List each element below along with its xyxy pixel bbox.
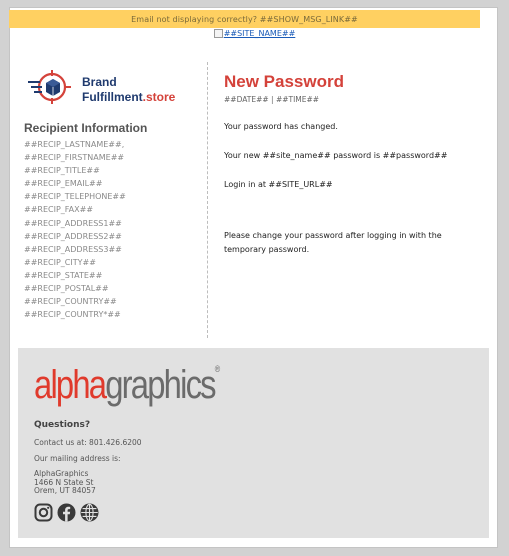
site-name-link[interactable]: ##SITE_NAME##	[0, 29, 509, 38]
brand-name-line1: Brand	[82, 75, 117, 89]
recipient-field: ##RECIP_CITY##	[24, 257, 96, 267]
recipient-field: ##RECIP_COUNTRY##	[24, 297, 117, 307]
recipient-field: ##RECIP_FIRSTNAME##	[24, 153, 125, 163]
footer: alphagraphics® Questions? Contact us at:…	[18, 348, 489, 538]
message-title: New Password	[224, 72, 344, 91]
recipient-field: ##RECIP_STATE##	[24, 270, 103, 280]
recipient-field: ##RECIP_ADDRESS2##	[24, 231, 122, 241]
recipient-field: ##RECIP_FAX##	[24, 205, 94, 215]
brand-logo: Brand Fulfillment.store	[26, 67, 186, 107]
instagram-icon[interactable]	[34, 503, 53, 522]
address-line: Orem, UT 84057	[34, 486, 96, 495]
broken-image-icon	[213, 29, 223, 38]
website-globe-icon[interactable]	[80, 503, 99, 522]
brand-name-main: Fulfillment	[82, 90, 143, 104]
recipient-field: ##RECIP_ADDRESS1##	[24, 218, 122, 228]
site-name-text[interactable]: ##SITE_NAME##	[224, 29, 296, 38]
logo-alpha-text: alpha	[34, 363, 107, 407]
recipient-field: ##RECIP_LASTNAME##,	[24, 140, 125, 149]
brand-logo-mark-icon	[28, 70, 71, 104]
message-line-change-password: Please change your password after loggin…	[224, 231, 442, 254]
alphagraphics-logo[interactable]: alphagraphics®	[34, 363, 221, 407]
recipient-field: ##RECIP_POSTAL##	[24, 284, 109, 294]
message-line-login-url: Login in at ##SITE_URL##	[224, 180, 333, 189]
recipient-field: ##RECIP_COUNTRY*##	[24, 310, 121, 320]
message-line-new-password: Your new ##site_name## password is ##pas…	[224, 151, 448, 160]
mailing-address: AlphaGraphics 1466 N State St Orem, UT 8…	[34, 469, 96, 496]
facebook-icon[interactable]	[57, 503, 76, 522]
display-notice-bar: Email not displaying correctly? ##SHOW_M…	[9, 10, 480, 28]
brand-name-tld: .store	[142, 90, 176, 104]
brand-name-line2: Fulfillment.store	[82, 90, 175, 104]
recipient-field: ##RECIP_TELEPHONE##	[24, 192, 126, 202]
social-links	[34, 503, 99, 522]
logo-registered-mark: ®	[214, 364, 221, 374]
recipient-info-heading: Recipient Information	[24, 121, 148, 135]
contact-phone: Contact us at: 801.426.6200	[34, 438, 142, 447]
questions-heading: Questions?	[34, 420, 91, 430]
recipient-field: ##RECIP_TITLE##	[24, 166, 100, 176]
recipient-field: ##RECIP_ADDRESS3##	[24, 244, 122, 254]
mailing-address-label: Our mailing address is:	[34, 454, 121, 463]
column-divider	[207, 62, 208, 338]
recipient-field: ##RECIP_EMAIL##	[24, 179, 103, 189]
display-notice-link[interactable]: Email not displaying correctly? ##SHOW_M…	[131, 15, 358, 24]
recipient-field-list: ##RECIP_LASTNAME##, ##RECIP_FIRSTNAME## …	[24, 138, 126, 321]
message-datetime: ##DATE## | ##TIME##	[224, 95, 320, 104]
logo-graphics-text: graphics	[105, 363, 216, 407]
message-column: New Password ##DATE## | ##TIME## Your pa…	[224, 72, 474, 254]
message-line-password-changed: Your password has changed.	[224, 122, 338, 131]
